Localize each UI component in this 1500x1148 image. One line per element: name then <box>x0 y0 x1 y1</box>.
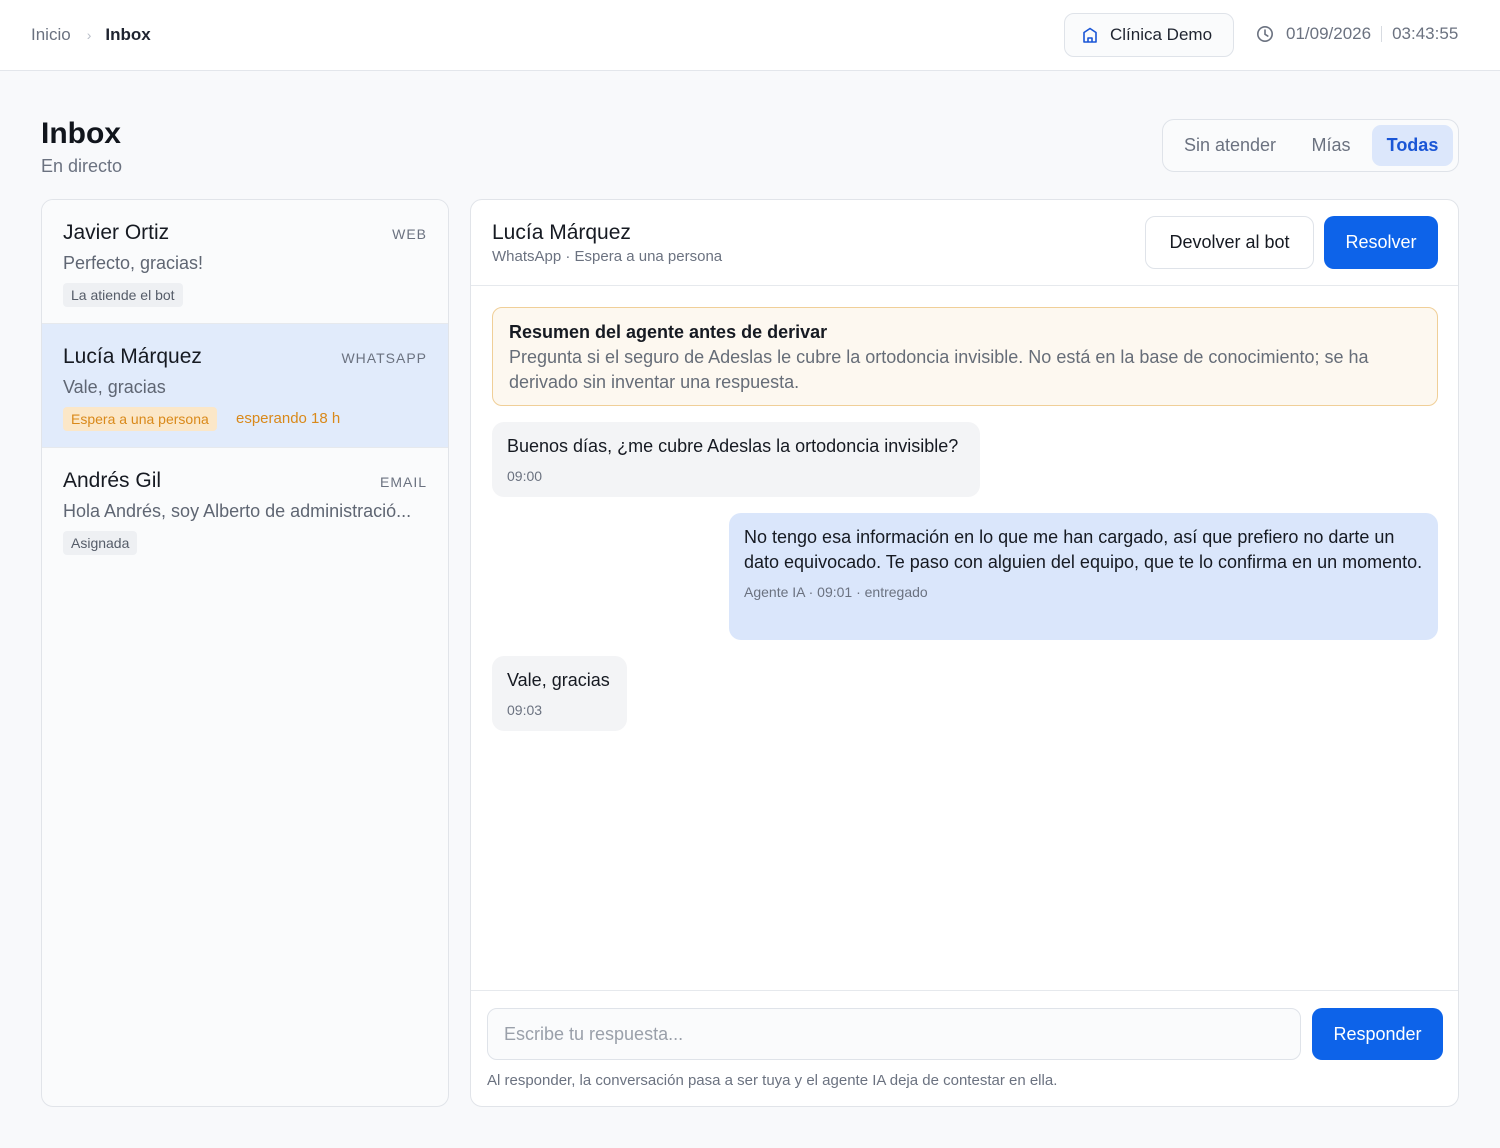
message-text: Buenos días, ¿me cubre Adeslas la ortodo… <box>507 436 959 456</box>
conversation-list: Javier Ortiz WEB Perfecto, gracias! La a… <box>41 199 449 1107</box>
channel-label: WHATSAPP <box>341 350 427 366</box>
clock-icon <box>1257 26 1273 42</box>
current-date: 01/09/2026 <box>1286 24 1372 43</box>
breadcrumb-current: Inbox <box>105 25 151 44</box>
top-bar: Inicio › Inbox Clínica Demo 01/09/2026 0… <box>0 0 1500 71</box>
message-preview: Perfecto, gracias! <box>63 253 204 273</box>
channel-label: WEB <box>392 226 427 242</box>
status-badge: Asignada <box>63 531 138 555</box>
message-preview: Hola Andrés, soy Alberto de administraci… <box>63 501 412 521</box>
message-outgoing: No tengo esa información en lo que me ha… <box>729 513 1438 640</box>
conversation-item[interactable]: Andrés Gil EMAIL Hola Andrés, soy Albert… <box>42 448 448 572</box>
agent-summary: Resumen del agente antes de derivar Preg… <box>492 307 1438 406</box>
status-badge: Espera a una persona <box>63 407 217 431</box>
message-meta: Agente IA · 09:01 · entregado <box>744 584 928 600</box>
reply-button[interactable]: Responder <box>1312 1008 1443 1060</box>
page-subtitle: En directo <box>41 156 123 176</box>
status-badge: La atiende el bot <box>63 283 183 307</box>
clinic-selector[interactable]: Clínica Demo <box>1064 13 1234 57</box>
tab-mias[interactable]: Mías <box>1296 125 1366 166</box>
message-time: 09:03 <box>507 702 543 718</box>
page-title: Inbox <box>41 117 121 150</box>
contact-name: Lucía Márquez <box>63 345 202 368</box>
summary-title: Resumen del agente antes de derivar <box>509 322 828 342</box>
breadcrumb-home[interactable]: Inicio <box>31 24 71 46</box>
contact-name: Javier Ortiz <box>63 221 170 244</box>
building-icon <box>1083 27 1097 43</box>
chevron-right-icon: › <box>86 27 92 43</box>
conversation-item-selected[interactable]: Lucía Márquez WHATSAPP Vale, gracias Esp… <box>42 324 448 448</box>
reply-input[interactable] <box>487 1008 1301 1060</box>
chat-status: WhatsApp · Espera a una persona <box>492 248 723 265</box>
current-time: 03:43:55 <box>1392 24 1459 43</box>
composer-note: Al responder, la conversación pasa a ser… <box>487 1072 1058 1089</box>
message-incoming: Vale, gracias 09:03 <box>492 656 627 731</box>
chat-header: Lucía Márquez WhatsApp · Espera a una pe… <box>471 200 1458 286</box>
tab-todas[interactable]: Todas <box>1372 125 1453 166</box>
filter-tabs: Sin atender Mías Todas <box>1162 119 1459 172</box>
contact-name: Andrés Gil <box>63 469 162 492</box>
message-text: No tengo esa información en lo que me ha… <box>744 527 1423 572</box>
wait-time: esperando 18 h <box>236 410 341 427</box>
reply-composer: Responder Al responder, la conversación … <box>471 990 1458 1106</box>
tab-sin-atender[interactable]: Sin atender <box>1170 125 1290 166</box>
message-text: Vale, gracias <box>507 670 610 690</box>
channel-label: EMAIL <box>379 474 427 490</box>
message-incoming: Buenos días, ¿me cubre Adeslas la ortodo… <box>492 422 980 497</box>
return-to-bot-button[interactable]: Devolver al bot <box>1145 216 1314 269</box>
chat-panel: Lucía Márquez WhatsApp · Espera a una pe… <box>470 199 1459 1107</box>
datetime-display: 01/09/2026 03:43:55 <box>1256 24 1458 44</box>
chat-contact-name: Lucía Márquez <box>492 221 631 244</box>
message-preview: Vale, gracias <box>63 377 166 397</box>
clinic-name: Clínica Demo <box>1110 25 1213 44</box>
message-time: 09:00 <box>507 468 543 484</box>
breadcrumb: Inicio › Inbox <box>31 24 151 46</box>
summary-text: Pregunta si el seguro de Adeslas le cubr… <box>509 347 1369 392</box>
resolve-button[interactable]: Resolver <box>1324 216 1438 269</box>
conversation-item[interactable]: Javier Ortiz WEB Perfecto, gracias! La a… <box>42 200 448 324</box>
datetime-divider <box>1381 26 1383 42</box>
